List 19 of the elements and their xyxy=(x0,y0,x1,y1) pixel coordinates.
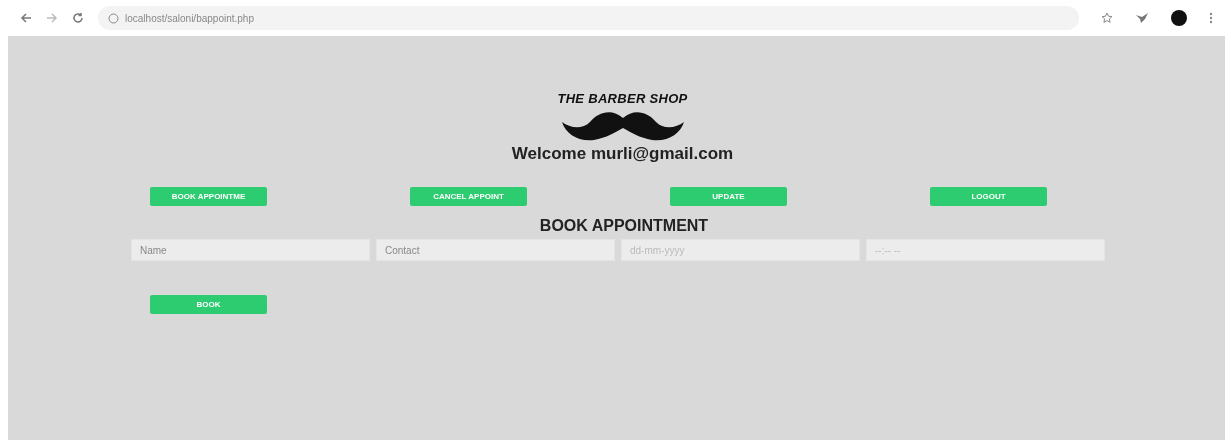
book-button[interactable]: BOOK xyxy=(150,295,267,314)
nav-button[interactable]: CANCEL APPOINT xyxy=(410,187,527,206)
avatar-icon[interactable] xyxy=(1171,10,1187,26)
nav-button[interactable]: UPDATE xyxy=(670,187,787,206)
welcome-message: Welcome murli@gmail.com xyxy=(511,144,734,164)
back-icon[interactable] xyxy=(20,13,32,23)
form-heading: BOOK APPOINTMENT xyxy=(538,217,710,235)
time-field[interactable]: --:-- -- xyxy=(866,239,1105,261)
shop-title: THE BARBER SHOP xyxy=(557,91,688,106)
address-bar[interactable]: localhost/saloni/bappoint.php xyxy=(98,6,1079,30)
nav-button[interactable]: BOOK APPOINTME xyxy=(150,187,267,206)
nav-button[interactable]: LOGOUT xyxy=(930,187,1047,206)
info-icon xyxy=(108,12,119,24)
menu-icon[interactable] xyxy=(1209,12,1213,24)
input-field[interactable]: Name xyxy=(131,239,370,261)
bird-icon[interactable] xyxy=(1135,12,1149,24)
input-field[interactable]: Contact xyxy=(376,239,615,261)
reload-icon[interactable] xyxy=(72,12,84,24)
star-icon[interactable] xyxy=(1101,12,1113,24)
